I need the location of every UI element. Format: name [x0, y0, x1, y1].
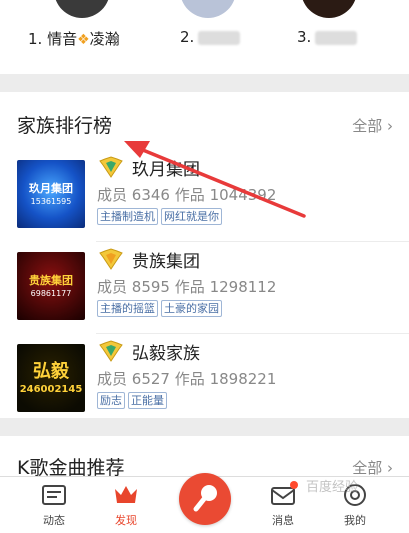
family-row[interactable]: 玖月集团 15361595 玖月集团 成员 6346 作品 1044392 主播… [0, 150, 409, 242]
avatar[interactable] [54, 0, 110, 18]
family-name: 贵族集团 [132, 252, 200, 272]
ksong-section: K歌金曲推荐 全部 › [0, 436, 409, 479]
chevron-right-icon: › [387, 117, 393, 135]
see-all-link[interactable]: 全部 › [352, 457, 393, 478]
section-title: 家族排行榜 [17, 115, 113, 137]
family-name: 玖月集团 [132, 160, 200, 180]
avatar[interactable] [180, 0, 236, 18]
avatar[interactable] [301, 0, 357, 18]
diamond-icon: ❖ [77, 32, 90, 48]
family-tag: 正能量 [128, 392, 167, 409]
family-logo: 弘毅 246002145 [17, 344, 85, 412]
family-tag: 主播的摇篮 [97, 300, 158, 317]
watermark: 百度经验 [306, 480, 359, 495]
tab-label: 动态 [43, 514, 65, 527]
family-level-badge-icon [99, 156, 123, 178]
family-tag: 主播制造机 [97, 208, 158, 225]
family-row[interactable]: 弘毅 246002145 弘毅家族 成员 6527 作品 1898221 励志 … [0, 334, 409, 426]
feed-icon [42, 485, 66, 505]
family-tag: 励志 [97, 392, 125, 409]
tab-discover[interactable]: 发现 [96, 477, 156, 533]
blurred-name [198, 30, 241, 45]
top-user-name: 2. [180, 28, 241, 46]
family-ranking-section: 家族排行榜 全部 › 玖月集团 15361595 玖月集团 成员 6346 作品… [0, 92, 409, 418]
family-level-badge-icon [99, 340, 123, 362]
family-level-badge-icon [99, 248, 123, 270]
family-row[interactable]: 贵族集团 69861177 贵族集团 成员 8595 作品 1298112 主播… [0, 242, 409, 334]
family-stats: 成员 8595 作品 1298112 [97, 278, 277, 296]
family-stats: 成员 6527 作品 1898221 [97, 370, 277, 388]
family-tags: 主播的摇篮 土豪的家园 [97, 300, 222, 317]
record-button[interactable] [179, 473, 231, 525]
crown-icon [115, 486, 137, 503]
notification-dot [290, 481, 298, 489]
see-all-link[interactable]: 全部 › [352, 115, 393, 136]
tab-feed[interactable]: 动态 [24, 477, 84, 533]
family-logo: 玖月集团 15361595 [17, 160, 85, 228]
chevron-right-icon: › [387, 459, 393, 477]
blurred-name [315, 30, 358, 45]
family-tag: 土豪的家园 [161, 300, 222, 317]
tab-label: 消息 [272, 514, 294, 527]
family-tags: 励志 正能量 [97, 392, 167, 409]
family-stats: 成员 6346 作品 1044392 [97, 186, 277, 204]
family-tags: 主播制造机 网红就是你 [97, 208, 222, 225]
family-tag: 网红就是你 [161, 208, 222, 225]
top-users-strip: 1. 情音❖凌瀚 2. 3. [0, 0, 409, 74]
microphone-icon [193, 485, 217, 512]
tab-label: 发现 [115, 514, 137, 527]
tab-messages[interactable]: 消息 [253, 477, 313, 533]
top-user-name: 1. 情音❖凌瀚 [28, 30, 120, 48]
top-user-name: 3. [297, 28, 358, 46]
family-name: 弘毅家族 [132, 344, 200, 364]
family-logo: 贵族集团 69861177 [17, 252, 85, 320]
tab-label: 我的 [344, 514, 366, 527]
